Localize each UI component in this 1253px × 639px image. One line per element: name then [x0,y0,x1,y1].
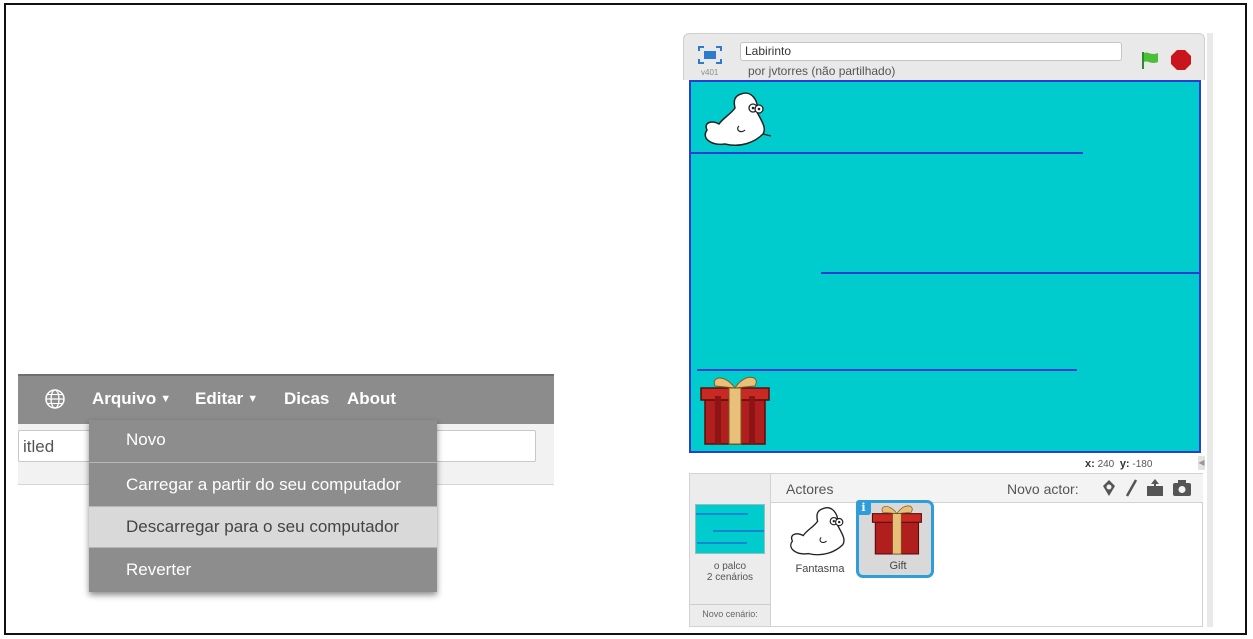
new-sprite-label: Novo actor: [1007,481,1079,497]
chevron-down-icon: ▼ [160,393,172,405]
stage-backdrop-count: 2 cenários [706,572,754,583]
camera-icon[interactable] [1173,480,1191,496]
fullscreen-icon[interactable] [698,46,722,64]
menu-arquivo[interactable]: Arquivo ▼ [92,389,171,409]
menu-dicas[interactable]: Dicas [284,389,329,409]
menu-item-novo[interactable]: Novo [89,420,437,460]
ghost-sprite[interactable] [704,92,772,146]
menu-about[interactable]: About [347,389,396,409]
menu-editar-label: Editar [195,389,244,408]
ghost-icon [790,507,845,556]
sprite-pane: o palco 2 cenários Novo cenário: Actores… [689,473,1203,627]
gift-sprite[interactable] [700,376,770,445]
sprite-tile-gift[interactable]: i Gift [856,500,934,578]
project-title-value: itled [23,437,55,456]
scratch-player: v401 Labirinto por jvtorres (não partilh… [683,33,1205,627]
stage-thumbnail-walls [696,513,764,544]
menu-item-revert[interactable]: Reverter [89,548,437,592]
globe-icon[interactable] [44,388,66,410]
sprite-name: Fantasma [795,563,845,575]
x-label: x: [1085,458,1095,470]
new-sprite-icons [1103,479,1191,497]
mouse-coordinates: x: 240 y: -180 [1085,458,1152,470]
version-label: v401 [701,68,719,77]
sprite-tile-fantasma[interactable]: Fantasma [781,503,859,581]
stage-selector[interactable]: o palco 2 cenários Novo cenário: [690,474,771,626]
stage-canvas[interactable] [689,80,1201,453]
menu-arquivo-label: Arquivo [92,389,157,408]
sprites-title: Actores [786,481,834,497]
author-label: por jvtorres (não partilhado) [748,64,896,78]
y-label: y: [1119,458,1130,470]
menu-item-save-to-computer[interactable]: Descarregar para o seu computador [89,507,437,547]
stage-label: o palco 2 cenários [690,561,770,583]
sprite-name: Gift [889,560,907,572]
menu-item-load-from-computer[interactable]: Carregar a partir do seu computador [89,463,437,506]
project-title-field[interactable]: Labirinto [740,42,1122,61]
collapse-stage-button[interactable]: ◀ [1198,456,1205,470]
file-dropdown-menu: Novo Carregar a partir do seu computador… [89,420,437,592]
stop-icon[interactable] [1170,49,1192,71]
stage-scene [691,92,1199,445]
new-backdrop-label: Novo cenário: [690,604,770,619]
stage-header: v401 Labirinto por jvtorres (não partilh… [683,33,1205,80]
chevron-down-icon: ▼ [247,393,259,405]
stage-name: o palco [713,561,747,572]
paint-new-sprite-icon[interactable] [1125,479,1138,497]
y-value: -180 [1132,459,1153,470]
menu-editar[interactable]: Editar ▼ [195,389,258,409]
upload-sprite-icon[interactable] [1147,479,1163,496]
info-icon[interactable]: i [856,500,871,515]
choose-sprite-from-library-icon[interactable] [1103,480,1115,496]
scroll-strip [1207,33,1213,627]
sprites-header: Actores Novo actor: [771,474,1203,503]
green-flag-icon[interactable] [1140,50,1160,70]
stage-thumbnail[interactable] [695,504,765,554]
x-value: 240 [1097,459,1115,470]
menu-bar: Arquivo ▼ Editar ▼ Dicas About [18,374,554,424]
